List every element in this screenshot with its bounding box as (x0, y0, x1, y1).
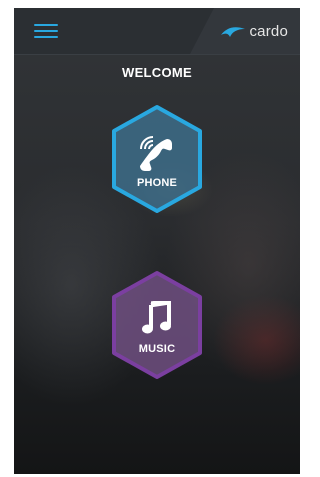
phone-label: PHONE (136, 177, 178, 189)
brand-name: cardo (249, 22, 288, 40)
hamburger-menu-icon[interactable] (34, 23, 58, 39)
top-bar: cardo (14, 8, 300, 55)
music-note-icon (102, 301, 212, 335)
cardo-swoosh-logo-icon (221, 27, 246, 37)
phone-button[interactable]: PHONE (102, 97, 212, 221)
brand-logo: cardo (220, 21, 288, 41)
phone-icon (102, 135, 212, 171)
music-button[interactable]: MUSIC (102, 263, 212, 387)
welcome-title: WELCOME (122, 65, 192, 80)
app-screen: cardo WELCOME PHONE MUSIC (14, 8, 300, 474)
music-label: MUSIC (138, 343, 176, 355)
